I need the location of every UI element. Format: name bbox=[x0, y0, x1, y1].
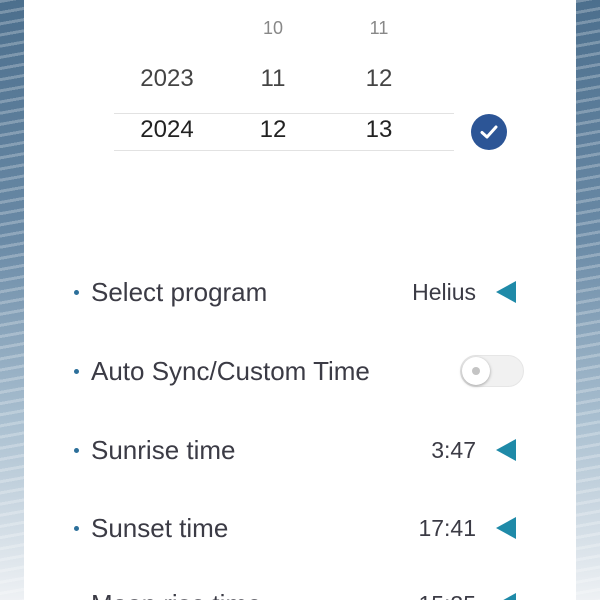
bullet-icon bbox=[74, 368, 79, 374]
selection-divider-top bbox=[114, 113, 454, 114]
partial-row-label: Moon rise time bbox=[91, 589, 262, 600]
day-option-prev[interactable]: 12 bbox=[326, 65, 432, 93]
year-selected[interactable]: 2024 bbox=[114, 116, 220, 144]
bullet-icon bbox=[74, 525, 79, 531]
month-wheel[interactable]: 10 11 12 bbox=[220, 0, 326, 160]
expand-arrow-icon[interactable] bbox=[496, 439, 516, 461]
sunset-time-label: Sunset time bbox=[91, 512, 229, 543]
day-option-above[interactable]: 11 bbox=[326, 18, 432, 39]
toggle-dot-icon bbox=[472, 367, 480, 375]
date-picker[interactable]: 2023 2024 10 11 12 11 12 13 bbox=[114, 0, 454, 160]
expand-arrow-icon[interactable] bbox=[496, 517, 516, 539]
toggle-knob bbox=[462, 357, 490, 385]
row-sunrise-time[interactable]: Sunrise time 3:47 bbox=[24, 430, 576, 470]
month-selected[interactable]: 12 bbox=[220, 116, 326, 144]
select-program-value: Helius bbox=[412, 278, 476, 305]
day-selected[interactable]: 13 bbox=[326, 116, 432, 144]
bullet-icon bbox=[74, 289, 79, 295]
sunrise-time-value: 3:47 bbox=[431, 436, 476, 463]
sunrise-time-label: Sunrise time bbox=[91, 434, 236, 465]
background-sea-left bbox=[0, 0, 24, 600]
settings-panel: 2023 2024 10 11 12 11 12 13 Select progr… bbox=[24, 0, 576, 600]
background-sea-right bbox=[576, 0, 600, 600]
partial-row-value: 15:35 bbox=[418, 591, 476, 600]
bullet-icon bbox=[74, 447, 79, 453]
selection-divider-bottom bbox=[114, 150, 454, 151]
row-auto-sync: Auto Sync/Custom Time bbox=[24, 351, 576, 391]
select-program-label: Select program bbox=[91, 276, 268, 307]
month-option-above[interactable]: 10 bbox=[220, 18, 326, 39]
confirm-date-button[interactable] bbox=[471, 114, 507, 150]
checkmark-icon bbox=[480, 125, 498, 139]
row-partial-next[interactable]: Moon rise time 15:35 bbox=[24, 584, 576, 600]
sunset-time-value: 17:41 bbox=[418, 514, 476, 541]
auto-sync-toggle[interactable] bbox=[460, 355, 524, 387]
month-option-prev[interactable]: 11 bbox=[220, 65, 326, 93]
year-option-prev[interactable]: 2023 bbox=[114, 65, 220, 93]
expand-arrow-icon[interactable] bbox=[496, 593, 516, 600]
auto-sync-label: Auto Sync/Custom Time bbox=[91, 355, 370, 386]
row-select-program[interactable]: Select program Helius bbox=[24, 272, 576, 312]
expand-arrow-icon[interactable] bbox=[496, 281, 516, 303]
year-wheel[interactable]: 2023 2024 bbox=[114, 0, 220, 160]
day-wheel[interactable]: 11 12 13 bbox=[326, 0, 432, 160]
row-sunset-time[interactable]: Sunset time 17:41 bbox=[24, 508, 576, 548]
